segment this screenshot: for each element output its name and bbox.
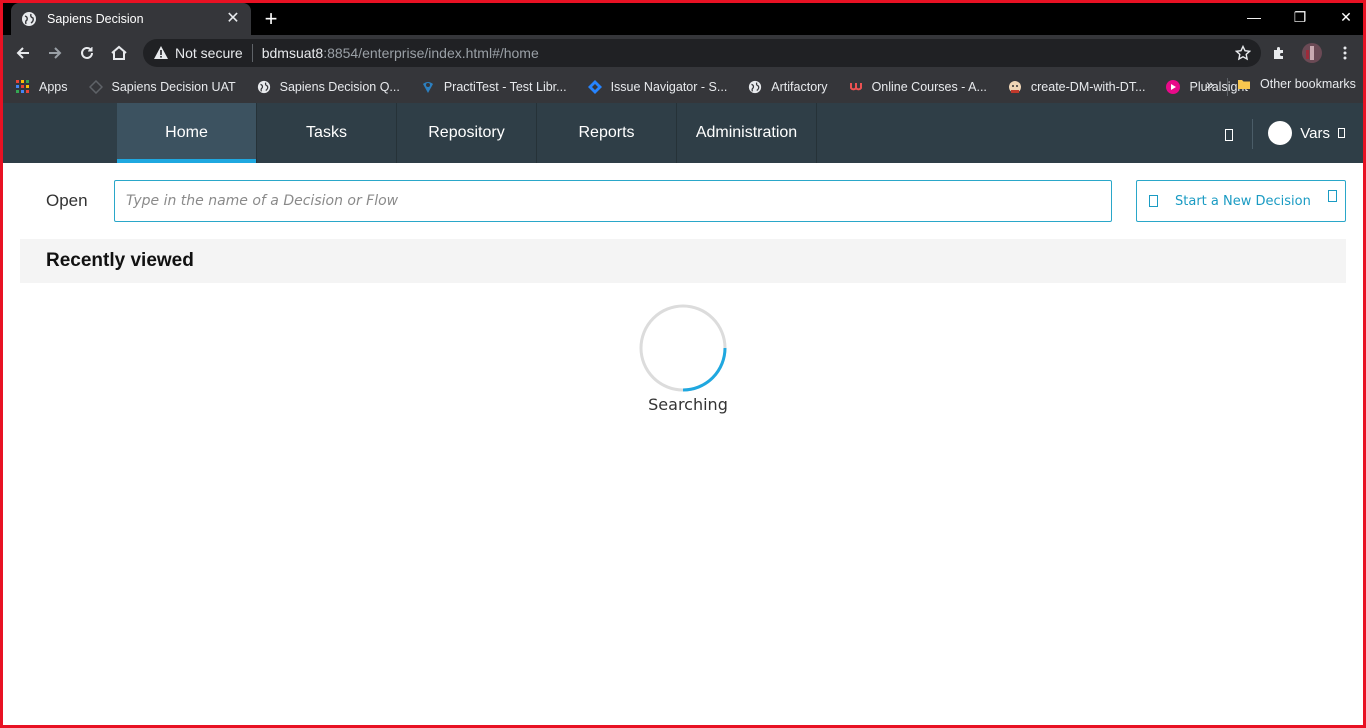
warning-icon [154,46,168,59]
udemy-icon [848,79,864,95]
bookmark-label: Issue Navigator - S... [610,80,728,94]
bookmark-online-courses[interactable]: Online Courses - A... [848,79,987,95]
globe-icon [22,12,36,26]
bookmark-label: PractiTest - Test Libr... [443,80,567,94]
new-tab-button[interactable]: + [259,8,283,32]
reload-icon [81,46,93,59]
nav-tab-label: Tasks [306,124,347,141]
url-path: :8854/enterprise/index.html#/home [323,45,539,61]
other-bookmarks-label: Other bookmarks [1260,77,1356,91]
open-label: Open [46,191,88,210]
pluralsight-icon [1165,79,1181,95]
bookmark-artifactory[interactable]: Artifactory [747,79,828,95]
sapiens-icon [88,79,104,95]
arrow-right-icon [49,47,62,59]
nav-tab-repository[interactable]: Repository [397,103,537,163]
bookmark-sapiens-q[interactable]: Sapiens Decision Q... [256,79,400,95]
nav-tab-label: Home [165,124,208,141]
bookmark-label: Artifactory [771,80,828,94]
user-name: Vars [1300,124,1330,142]
dropdown-icon[interactable] [1328,190,1337,202]
address-bar[interactable]: Not secure bdmsuat8:8854/enterprise/inde… [143,39,1261,67]
puzzle-icon [1274,47,1283,59]
user-menu-icon [1338,128,1345,138]
bookmark-label: Sapiens Decision UAT [111,80,236,94]
folder-icon [1238,80,1250,89]
profile-button[interactable] [1300,41,1324,65]
extensions-button[interactable] [1267,41,1291,65]
security-label: Not secure [175,45,243,61]
tab-strip: Sapiens Decision ✕ + — ❐ ✕ [3,3,1363,35]
bookmark-label: Apps [39,80,68,94]
search-status: Searching [648,395,728,414]
forward-button[interactable] [41,39,69,67]
nav-tab-tasks[interactable]: Tasks [257,103,397,163]
other-bookmarks-button[interactable]: Other bookmarks [1237,77,1356,91]
user-menu[interactable]: Vars [1268,121,1345,145]
browser-menu-button[interactable] [1333,41,1357,65]
decision-search-input[interactable] [114,180,1112,222]
apps-grid-icon [15,79,31,95]
close-window-button[interactable]: ✕ [1323,3,1363,35]
bookmark-label: create-DM-with-DT... [1030,80,1146,94]
nav-tab-label: Administration [695,124,798,141]
nav-tab-reports[interactable]: Reports [537,103,677,163]
bookmark-issue-navigator[interactable]: Issue Navigator - S... [587,79,728,95]
home-button[interactable] [105,39,133,67]
minimize-button[interactable]: — [1231,3,1277,35]
home-icon [111,45,127,60]
reload-button[interactable] [73,39,101,67]
nav-tab-label: Reports [578,124,635,141]
back-button[interactable] [9,39,37,67]
loading-spinner-icon [639,304,727,392]
kebab-menu-icon [1343,46,1347,60]
globe-icon [747,79,763,95]
browser-toolbar: Not secure bdmsuat8:8854/enterprise/inde… [3,35,1363,71]
practitest-icon [420,79,436,95]
browser-tab[interactable]: Sapiens Decision ✕ [11,3,251,35]
globe-icon [256,79,272,95]
tab-title: Sapiens Decision [47,12,144,26]
nav-divider [1252,119,1253,149]
bookmark-star-icon[interactable] [1235,45,1251,61]
nav-tab-administration[interactable]: Administration [677,103,817,163]
url-host: bdmsuat8 [261,45,324,61]
start-new-decision-button[interactable]: Start a New Decision [1136,180,1346,222]
section-title: Recently viewed [46,250,194,271]
jira-icon [587,79,603,95]
app-navbar: Home Tasks Repository Reports Administra… [3,103,1363,163]
new-decision-icon [1149,195,1158,207]
arrow-left-icon [16,47,29,59]
jenkins-icon [1007,79,1023,95]
restore-button[interactable]: ❐ [1277,3,1323,35]
profile-avatar-icon [1302,43,1322,63]
bookmark-create-dm[interactable]: create-DM-with-DT... [1007,79,1146,95]
bookmarks-overflow-button[interactable]: » [1206,76,1214,92]
notification-icon[interactable] [1225,129,1233,141]
browser-window: Sapiens Decision ✕ + — ❐ ✕ Not secure bd… [0,0,1366,728]
bookmark-apps[interactable]: Apps [15,79,68,95]
avatar [1268,121,1293,145]
bookmark-label: Sapiens Decision Q... [279,80,400,94]
tab-close-icon[interactable]: ✕ [225,11,241,27]
bookmark-practitest[interactable]: PractiTest - Test Libr... [420,79,567,95]
bookmarks-bar: Apps Sapiens Decision UAT Sapiens Decisi… [3,71,1363,103]
bookmarks-divider [1227,78,1228,96]
nav-tab-home[interactable]: Home [117,103,257,163]
bookmark-sapiens-uat[interactable]: Sapiens Decision UAT [88,79,236,95]
new-decision-label: Start a New Decision [1175,193,1311,209]
bookmark-label: Online Courses - A... [871,80,987,94]
address-separator [251,44,253,62]
nav-tab-label: Repository [428,124,505,141]
recently-viewed-header: Recently viewed [20,239,1346,283]
